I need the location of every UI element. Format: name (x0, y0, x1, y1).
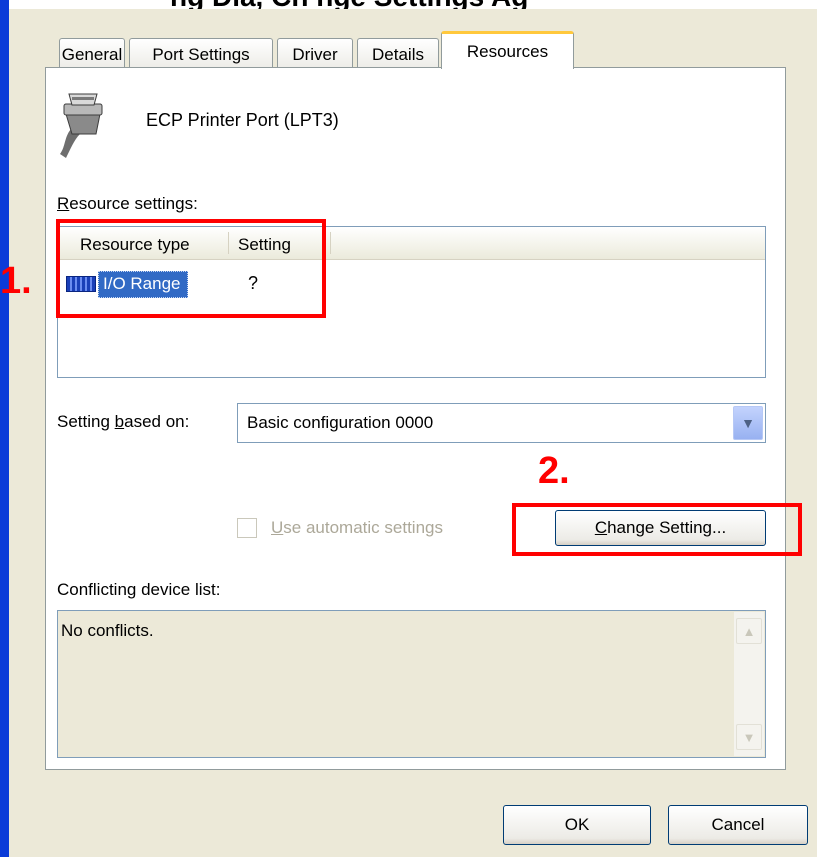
annotation-step2-label: 2. (538, 450, 570, 492)
resource-settings-label-text: esource settings: (69, 194, 198, 213)
conflicting-device-list-label: Conflicting device list: (57, 580, 221, 599)
label-part: se automatic settings (283, 518, 443, 537)
tab-general[interactable]: General (59, 38, 125, 70)
scroll-down-icon[interactable]: ▼ (736, 724, 762, 750)
conflicting-device-list[interactable]: No conflicts. ▲ ▼ (57, 610, 766, 758)
label-mnemonic: U (271, 518, 284, 537)
window-border (0, 0, 9, 857)
tab-label: Driver (292, 44, 338, 64)
device-name: ECP Printer Port (LPT3) (146, 110, 339, 130)
tab-label: Details (372, 44, 424, 64)
setting-based-on-select[interactable]: Basic configuration 0000 ▼ (237, 403, 766, 443)
cancel-button[interactable]: Cancel (668, 805, 808, 845)
ok-button[interactable]: OK (503, 805, 651, 845)
resource-settings-mnemonic: R (57, 194, 70, 213)
tab-label: Port Settings (152, 44, 250, 64)
tab-details[interactable]: Details (357, 38, 439, 70)
column-divider[interactable] (330, 232, 331, 254)
annotation-step1-label: 1. (0, 260, 32, 302)
chevron-down-icon[interactable]: ▼ (733, 406, 763, 440)
conflicts-text: No conflicts. (61, 621, 154, 640)
tab-label: Resources (466, 41, 549, 61)
window-title-text: ng Dia, Ch nge Settings Ag (170, 0, 528, 9)
window-title-fragment: ng Dia, Ch nge Settings Ag (0, 0, 817, 9)
button-label: Cancel (711, 815, 765, 834)
tab-driver[interactable]: Driver (277, 38, 353, 70)
annotation-box-step2 (512, 503, 802, 556)
serial-port-connector-icon (60, 88, 106, 160)
setting-based-on-label: Setting based on: (57, 412, 189, 432)
select-value: Basic configuration 0000 (247, 413, 434, 432)
tab-port-settings[interactable]: Port Settings (129, 38, 273, 70)
annotation-box-step1 (56, 219, 326, 318)
automatic-settings-checkbox[interactable] (237, 518, 257, 538)
button-label: OK (564, 815, 590, 834)
scroll-up-icon[interactable]: ▲ (736, 618, 762, 644)
vertical-scrollbar[interactable]: ▲ ▼ (734, 612, 764, 756)
resource-settings-label: Resource settings: (57, 194, 198, 214)
label-part: ased on: (124, 412, 190, 431)
automatic-settings-label: Use automatic settings (271, 518, 443, 538)
tab-resources[interactable]: Resources (441, 31, 574, 69)
label-part: Setting (57, 412, 115, 431)
tab-label: General (61, 44, 123, 64)
label-mnemonic: b (114, 412, 125, 431)
